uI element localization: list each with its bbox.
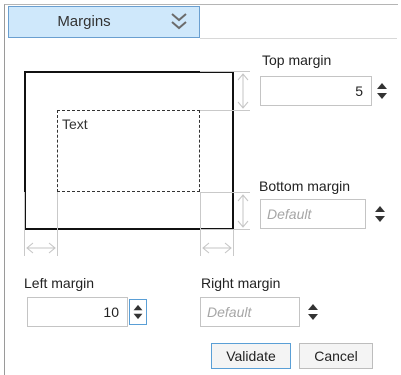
- right-margin-stepper[interactable]: [304, 299, 322, 325]
- top-margin-stepper[interactable]: [373, 78, 391, 104]
- bottom-margin-input[interactable]: Default: [260, 199, 366, 229]
- bottom-guide-line: [200, 229, 250, 230]
- right-margin-placeholder: Default: [207, 304, 252, 320]
- right-margin-input[interactable]: Default: [200, 297, 300, 327]
- bottom-margin-arrow-icon: [237, 194, 249, 228]
- left-margin-input[interactable]: 10: [27, 297, 128, 327]
- top-margin-value: 5: [355, 83, 363, 99]
- tab-label: Margins: [57, 13, 111, 30]
- tab-margins[interactable]: Margins: [8, 6, 200, 38]
- right-guide-line: [233, 229, 234, 256]
- bottom-margin-stepper[interactable]: [371, 201, 389, 227]
- right-margin-arrow-icon: [202, 242, 232, 254]
- content-area-text: Text: [62, 116, 88, 132]
- right-margin-label: Right margin: [201, 275, 281, 291]
- left-margin-arrow-icon: [26, 242, 56, 254]
- double-chevron-down-icon[interactable]: [169, 11, 189, 33]
- left-margin-label: Left margin: [24, 275, 95, 291]
- top-margin-label: Top margin: [262, 52, 332, 68]
- bottom-margin-placeholder: Default: [267, 206, 312, 222]
- bottom-margin-label: Bottom margin: [259, 178, 351, 194]
- top-margin-input[interactable]: 5: [260, 76, 372, 106]
- left-margin-stepper[interactable]: [129, 299, 147, 325]
- cancel-button[interactable]: Cancel: [299, 343, 373, 369]
- left-margin-value: 10: [103, 304, 119, 320]
- top-guide-line-inner: [200, 110, 250, 111]
- left-guide-line-inner: [57, 192, 58, 256]
- top-margin-arrow-icon: [237, 73, 249, 109]
- validate-button[interactable]: Validate: [211, 343, 291, 369]
- tab-bar-divider: [200, 38, 397, 39]
